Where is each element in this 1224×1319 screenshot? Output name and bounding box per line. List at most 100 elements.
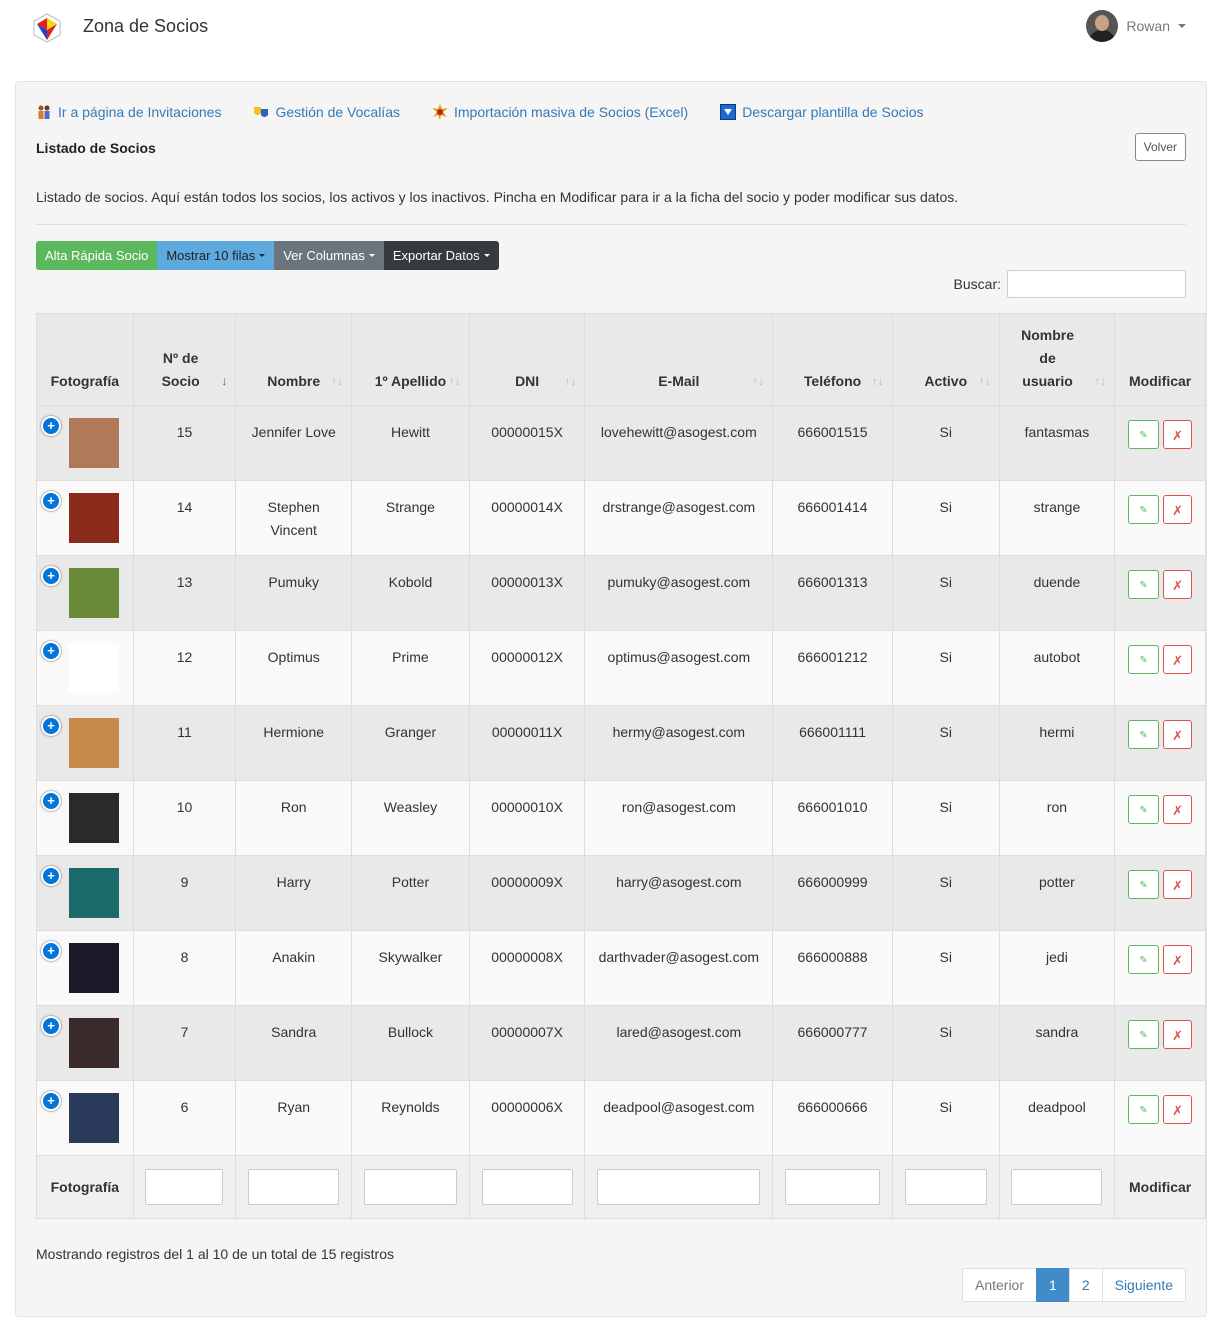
delete-button[interactable]: ✗: [1163, 870, 1193, 899]
col-surname[interactable]: 1º Apellido ↑↓: [351, 313, 470, 406]
cell-num: 14: [132, 480, 237, 556]
cell-active: Si: [891, 705, 1000, 781]
cell-name-text: Stephen Vincent: [267, 499, 320, 538]
edit-button[interactable]: ✎: [1128, 420, 1160, 449]
delete-button[interactable]: ✗: [1163, 1095, 1193, 1124]
cell-dni: 00000011X: [468, 705, 586, 781]
filter-surname-input[interactable]: [363, 1169, 457, 1205]
expand-row-icon[interactable]: +: [41, 716, 61, 736]
photo-cell: +: [36, 630, 134, 706]
app-title[interactable]: Zona de Socios: [83, 16, 208, 37]
close-icon: ✗: [1172, 728, 1184, 743]
edit-button[interactable]: ✎: [1128, 720, 1160, 749]
filter-username-input[interactable]: [1011, 1169, 1103, 1205]
delete-button[interactable]: ✗: [1163, 795, 1193, 824]
edit-button[interactable]: ✎: [1128, 495, 1160, 524]
expand-row-icon[interactable]: +: [41, 941, 61, 961]
export-button[interactable]: Exportar Datos: [383, 241, 499, 270]
cell-email: lovehewitt@asogest.com: [584, 405, 774, 481]
filter-cell: [235, 1155, 353, 1219]
expand-row-icon[interactable]: +: [41, 641, 61, 661]
user-menu[interactable]: Rowan: [1086, 10, 1186, 42]
search-input[interactable]: [1007, 270, 1186, 298]
edit-button[interactable]: ✎: [1128, 945, 1160, 974]
quick-add-label: Alta Rápida Socio: [45, 248, 149, 263]
link-plantilla[interactable]: Descargar plantilla de Socios: [720, 104, 924, 120]
expand-row-icon[interactable]: +: [41, 791, 61, 811]
filter-cell: [132, 1155, 237, 1219]
cell-email: pumuky@asogest.com: [584, 555, 774, 631]
back-button[interactable]: Volver: [1134, 133, 1186, 161]
link-importacion-label: Importación masiva de Socios (Excel): [453, 104, 689, 120]
delete-button[interactable]: ✗: [1163, 1020, 1193, 1049]
delete-button[interactable]: ✗: [1163, 495, 1193, 524]
filter-dni-input[interactable]: [481, 1169, 573, 1205]
delete-button[interactable]: ✗: [1163, 420, 1193, 449]
close-icon: ✗: [1172, 578, 1184, 593]
edit-button[interactable]: ✎: [1128, 870, 1160, 899]
close-icon: ✗: [1172, 653, 1184, 668]
app-logo[interactable]: [31, 12, 63, 44]
cell-username: fantasmas: [998, 405, 1116, 481]
filter-email-input[interactable]: [597, 1169, 761, 1205]
expand-row-icon[interactable]: +: [41, 566, 61, 586]
link-vocalias[interactable]: Gestión de Vocalías: [253, 104, 400, 120]
link-invitaciones[interactable]: Ir a página de Invitaciones: [36, 104, 221, 120]
col-phone[interactable]: Teléfono ↑↓: [772, 313, 893, 406]
expand-row-icon[interactable]: +: [41, 1016, 61, 1036]
cell-name: Stephen Vincent: [235, 480, 353, 556]
col-dni[interactable]: DNI ↑↓: [468, 313, 586, 406]
edit-button[interactable]: ✎: [1128, 1095, 1160, 1124]
filter-phone-input[interactable]: [785, 1169, 881, 1205]
sort-icon: ↑↓: [1094, 374, 1107, 388]
edit-button[interactable]: ✎: [1128, 570, 1160, 599]
delete-button[interactable]: ✗: [1163, 720, 1193, 749]
delete-button[interactable]: ✗: [1163, 645, 1193, 674]
col-email[interactable]: E-Mail ↑↓: [584, 313, 774, 406]
col-num[interactable]: Nº de Socio ↓: [132, 313, 237, 406]
close-icon: ✗: [1172, 428, 1184, 443]
cell-num: 7: [132, 1005, 237, 1081]
cell-active: Si: [891, 930, 1000, 1006]
close-icon: ✗: [1172, 953, 1184, 968]
cell-email: hermy@asogest.com: [584, 705, 774, 781]
expand-row-icon[interactable]: +: [41, 416, 61, 436]
col-phone-label: Teléfono: [803, 373, 862, 389]
columns-button[interactable]: Ver Columnas: [274, 241, 384, 270]
cell-active: Si: [891, 555, 1000, 631]
col-name[interactable]: Nombre ↑↓: [235, 313, 353, 406]
filter-name-input[interactable]: [248, 1169, 340, 1205]
cell-surname: Skywalker: [351, 930, 470, 1006]
cell-email: optimus@asogest.com: [584, 630, 774, 706]
col-username[interactable]: Nombre de usuario ↑↓: [998, 313, 1116, 406]
filter-num-input[interactable]: [145, 1169, 224, 1205]
expand-row-icon[interactable]: +: [41, 866, 61, 886]
expand-row-icon[interactable]: +: [41, 491, 61, 511]
link-importacion[interactable]: Importación masiva de Socios (Excel): [431, 104, 689, 120]
filter-active-input[interactable]: [904, 1169, 987, 1205]
pencil-icon: ✎: [1139, 805, 1148, 816]
cell-email: darthvader@asogest.com: [584, 930, 774, 1006]
edit-button[interactable]: ✎: [1128, 795, 1160, 824]
pagination-prev[interactable]: Anterior: [961, 1268, 1038, 1302]
edit-button[interactable]: ✎: [1128, 1020, 1160, 1049]
col-active[interactable]: Activo ↑↓: [891, 313, 1000, 406]
expand-row-icon[interactable]: +: [41, 1091, 61, 1111]
cell-active: Si: [891, 780, 1000, 856]
pagination-page-1[interactable]: 1: [1036, 1268, 1070, 1302]
pagination-next[interactable]: Siguiente: [1101, 1268, 1186, 1302]
photo-cell: +: [36, 780, 134, 856]
show-rows-button[interactable]: Mostrar 10 filas: [157, 241, 275, 270]
pagination-page-2[interactable]: 2: [1068, 1268, 1103, 1302]
cell-num: 8: [132, 930, 237, 1006]
member-photo: [69, 943, 119, 993]
members-table: Fotografía Nº de Socio ↓ Nombre ↑↓ 1º Apel…: [36, 313, 1206, 1219]
edit-button[interactable]: ✎: [1128, 645, 1160, 674]
quick-add-button[interactable]: Alta Rápida Socio: [36, 241, 158, 270]
filter-photo-label: Fotografía: [36, 1155, 134, 1219]
delete-button[interactable]: ✗: [1163, 945, 1193, 974]
cell-num: 6: [132, 1080, 237, 1156]
col-photo: Fotografía: [36, 313, 134, 406]
download-icon: [720, 104, 737, 120]
delete-button[interactable]: ✗: [1163, 570, 1193, 599]
